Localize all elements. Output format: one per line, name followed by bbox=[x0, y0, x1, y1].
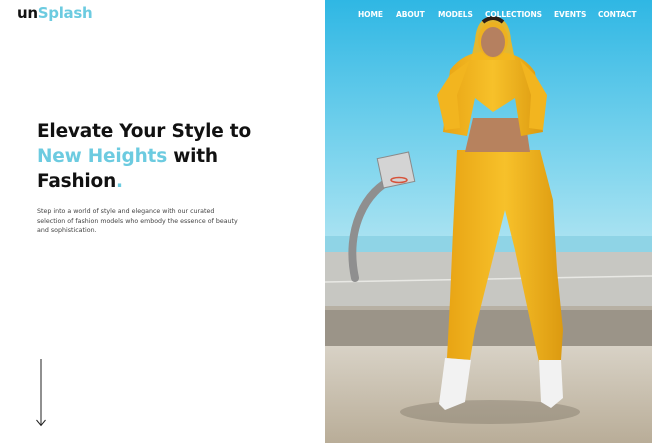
hero: Elevate Your Style to New Heights with F… bbox=[37, 119, 297, 194]
headline-line-3: Fashion bbox=[37, 171, 117, 192]
headline-line-2-rest: with bbox=[167, 146, 218, 167]
arrow-down-icon[interactable] bbox=[34, 358, 48, 428]
headline-line-1: Elevate Your Style to bbox=[37, 121, 251, 142]
brand-suffix: Splash bbox=[37, 4, 93, 22]
hero-headline: Elevate Your Style to New Heights with F… bbox=[37, 119, 297, 194]
headline-dot: . bbox=[116, 171, 123, 192]
nav-home[interactable]: HOME bbox=[358, 10, 383, 19]
hero-photo bbox=[325, 0, 652, 443]
brand-logo[interactable]: unSplash bbox=[17, 4, 93, 22]
nav-collections[interactable]: COLLECTIONS bbox=[485, 10, 542, 19]
nav-models[interactable]: MODELS bbox=[438, 10, 473, 19]
nav-about[interactable]: ABOUT bbox=[396, 10, 425, 19]
headline-accent: New Heights bbox=[37, 146, 168, 167]
hero-description: Step into a world of style and elegance … bbox=[37, 208, 238, 234]
main-nav: HOME ABOUT MODELS COLLECTIONS EVENTS CON… bbox=[325, 0, 652, 30]
brand-prefix: un bbox=[17, 4, 38, 22]
nav-contact[interactable]: CONTACT bbox=[598, 10, 637, 19]
nav-events[interactable]: EVENTS bbox=[554, 10, 586, 19]
